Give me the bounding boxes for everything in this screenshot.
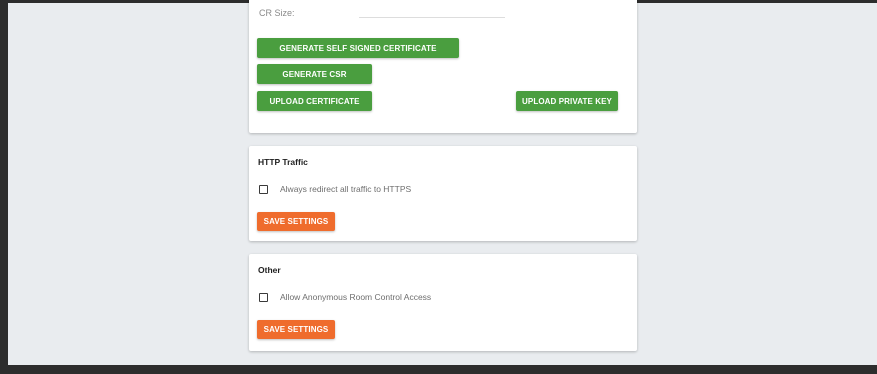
footer-bar xyxy=(0,365,877,374)
other-save-settings-button[interactable]: SAVE SETTINGS xyxy=(257,320,335,339)
upload-certificate-button[interactable]: UPLOAD CERTIFICATE xyxy=(257,91,372,111)
generate-self-signed-certificate-label: GENERATE SELF SIGNED CERTIFICATE xyxy=(279,43,437,53)
http-traffic-card: HTTP Traffic Always redirect all traffic… xyxy=(249,146,637,241)
http-save-settings-button[interactable]: SAVE SETTINGS xyxy=(257,212,335,231)
certificate-card: CR Size: GENERATE SELF SIGNED CERTIFICAT… xyxy=(249,0,637,133)
upload-private-key-label: UPLOAD PRIVATE KEY xyxy=(522,96,612,106)
upload-private-key-button[interactable]: UPLOAD PRIVATE KEY xyxy=(516,91,618,111)
http-save-settings-label: SAVE SETTINGS xyxy=(263,217,329,226)
http-traffic-title: HTTP Traffic xyxy=(258,157,308,167)
other-save-settings-label: SAVE SETTINGS xyxy=(263,325,329,334)
window-frame-left xyxy=(0,0,8,374)
other-card: Other Allow Anonymous Room Control Acces… xyxy=(249,254,637,351)
redirect-https-checkbox[interactable] xyxy=(259,184,268,194)
generate-csr-button[interactable]: GENERATE CSR xyxy=(257,64,372,84)
anonymous-access-label: Allow Anonymous Room Control Access xyxy=(280,292,432,302)
redirect-https-row[interactable]: Always redirect all traffic to HTTPS xyxy=(259,184,411,194)
upload-certificate-label: UPLOAD CERTIFICATE xyxy=(269,96,360,106)
generate-csr-label: GENERATE CSR xyxy=(282,69,347,79)
generate-self-signed-certificate-button[interactable]: GENERATE SELF SIGNED CERTIFICATE xyxy=(257,38,459,58)
redirect-https-label: Always redirect all traffic to HTTPS xyxy=(280,184,412,194)
anonymous-access-row[interactable]: Allow Anonymous Room Control Access xyxy=(259,292,431,302)
csr-size-label: CR Size: xyxy=(259,8,295,18)
other-title: Other xyxy=(258,265,281,275)
csr-size-field[interactable] xyxy=(359,17,505,18)
anonymous-access-checkbox[interactable] xyxy=(259,292,268,302)
